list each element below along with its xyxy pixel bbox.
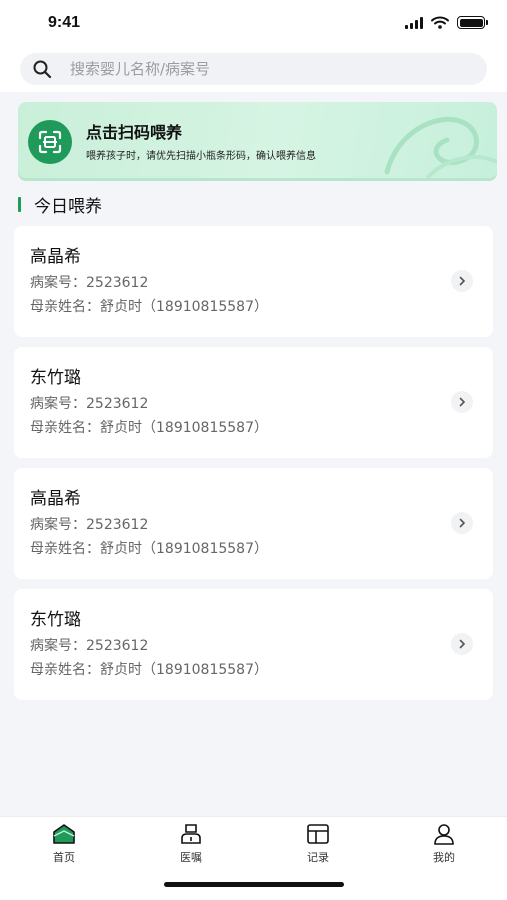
feeding-record-card[interactable]: 高晶希 病案号：2523612 母亲姓名：舒贞时（18910815587）: [14, 468, 493, 579]
feeding-record-card[interactable]: 东竹璐 病案号：2523612 母亲姓名：舒贞时（18910815587）: [14, 589, 493, 700]
infant-name: 东竹璐: [30, 368, 81, 388]
scan-feeding-banner[interactable]: 点击扫码喂养 喂养孩子时，请优先扫描小瓶条形码，确认喂养信息: [18, 102, 497, 178]
section-title: 今日喂养: [34, 197, 102, 217]
search-icon: [33, 60, 52, 79]
tab-label: 记录: [307, 851, 329, 864]
feeding-record-card[interactable]: 高晶希 病案号：2523612 母亲姓名：舒贞时（18910815587）: [14, 226, 493, 337]
infant-name: 东竹璐: [30, 610, 81, 630]
case-number: 2523612: [86, 517, 149, 533]
banner-subtitle: 喂养孩子时，请优先扫描小瓶条形码，确认喂养信息: [86, 151, 316, 162]
status-time: 9:41: [48, 14, 81, 31]
doctor-order-icon: [181, 824, 201, 844]
mother-label: 母亲姓名：: [30, 662, 100, 678]
chevron-right-icon[interactable]: [451, 391, 473, 413]
tab-doctor-orders[interactable]: 医嘱: [151, 823, 231, 867]
case-number-label: 病案号：: [30, 396, 86, 412]
mother-label: 母亲姓名：: [30, 299, 100, 315]
search-input[interactable]: [70, 60, 450, 78]
case-number-label: 病案号：: [30, 275, 86, 291]
tab-label: 我的: [433, 851, 455, 864]
battery-icon: [457, 16, 488, 29]
tab-label: 医嘱: [180, 851, 202, 864]
status-bar: 9:41: [0, 0, 507, 48]
home-icon: [53, 824, 75, 844]
case-number-row: 病案号：2523612: [30, 393, 148, 413]
record-icon: [307, 824, 329, 844]
case-number-row: 病案号：2523612: [30, 514, 148, 534]
tab-profile[interactable]: 我的: [404, 823, 484, 867]
case-number-row: 病案号：2523612: [30, 272, 148, 292]
chevron-right-icon[interactable]: [451, 512, 473, 534]
mother-label: 母亲姓名：: [30, 541, 100, 557]
chevron-right-icon[interactable]: [451, 270, 473, 292]
section-accent-bar: [18, 197, 21, 212]
search-bar[interactable]: [20, 53, 487, 85]
section-header: 今日喂养: [18, 192, 102, 217]
scan-icon[interactable]: [28, 120, 72, 164]
tab-records[interactable]: 记录: [278, 823, 358, 867]
home-indicator: [164, 882, 344, 887]
banner-decoration: [384, 116, 497, 178]
tab-bar: 首页 医嘱 记录 我的: [0, 816, 507, 900]
case-number-label: 病案号：: [30, 517, 86, 533]
cellular-signal-icon: [405, 16, 423, 29]
mother-row: 母亲姓名：舒贞时（18910815587）: [30, 538, 268, 558]
wifi-icon: [431, 16, 449, 29]
infant-name: 高晶希: [30, 489, 81, 509]
case-number: 2523612: [86, 396, 149, 412]
mother-name: 舒贞时（18910815587）: [100, 299, 268, 315]
mother-row: 母亲姓名：舒贞时（18910815587）: [30, 417, 268, 437]
infant-name: 高晶希: [30, 247, 81, 267]
case-number: 2523612: [86, 275, 149, 291]
profile-icon: [434, 824, 454, 845]
mother-name: 舒贞时（18910815587）: [100, 541, 268, 557]
top-area: 9:41: [0, 0, 507, 92]
chevron-right-icon[interactable]: [451, 633, 473, 655]
mother-label: 母亲姓名：: [30, 420, 100, 436]
mother-row: 母亲姓名：舒贞时（18910815587）: [30, 659, 268, 679]
mother-name: 舒贞时（18910815587）: [100, 420, 268, 436]
tab-home[interactable]: 首页: [24, 823, 104, 867]
case-number-row: 病案号：2523612: [30, 635, 148, 655]
feeding-record-card[interactable]: 东竹璐 病案号：2523612 母亲姓名：舒贞时（18910815587）: [14, 347, 493, 458]
mother-name: 舒贞时（18910815587）: [100, 662, 268, 678]
banner-title: 点击扫码喂养: [86, 123, 183, 142]
status-icons: [405, 16, 488, 29]
tab-label: 首页: [53, 851, 75, 864]
case-number: 2523612: [86, 638, 149, 654]
case-number-label: 病案号：: [30, 638, 86, 654]
mother-row: 母亲姓名：舒贞时（18910815587）: [30, 296, 268, 316]
